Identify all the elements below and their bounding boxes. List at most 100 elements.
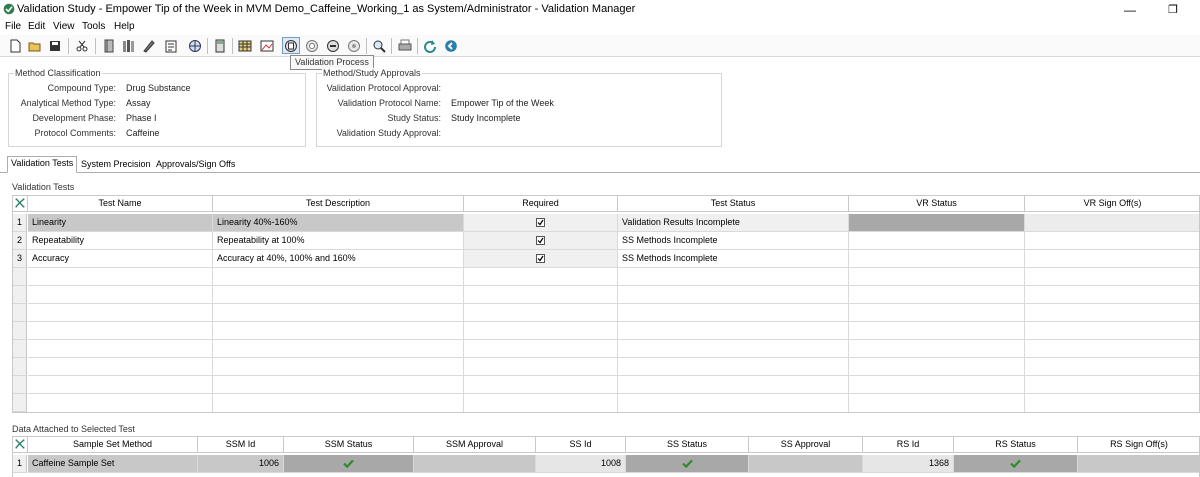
gear-icon[interactable] bbox=[345, 37, 363, 54]
row-line bbox=[28, 303, 1199, 304]
empty-cell bbox=[213, 268, 464, 412]
menu-view[interactable]: View bbox=[51, 20, 77, 33]
col-sample-set-method[interactable]: Sample Set Method bbox=[28, 437, 198, 453]
col-rs-id[interactable]: RS Id bbox=[863, 437, 954, 453]
col-ssm-id[interactable]: SSM Id bbox=[198, 437, 284, 453]
table-row-test-description[interactable]: Linearity 40%-160% bbox=[213, 214, 464, 232]
col-required[interactable]: Required bbox=[464, 196, 618, 212]
table-row-ssm-approval[interactable] bbox=[414, 455, 536, 473]
book-icon[interactable] bbox=[100, 37, 118, 54]
validation-protocol-approval-label: Validation Protocol Approval: bbox=[326, 83, 441, 93]
back-icon[interactable] bbox=[442, 37, 460, 54]
app-logo-icon bbox=[3, 3, 15, 15]
col-ss-id[interactable]: SS Id bbox=[536, 437, 626, 453]
calculator-icon[interactable] bbox=[211, 37, 229, 54]
link-icon[interactable] bbox=[324, 37, 342, 54]
table-row-test-status[interactable]: Validation Results Incomplete bbox=[618, 214, 849, 232]
table-row-test-name[interactable]: Accuracy bbox=[28, 250, 213, 268]
table-row-ssm-status[interactable] bbox=[284, 455, 414, 473]
tab-system-precision[interactable]: System Precision bbox=[77, 157, 155, 172]
globe-icon[interactable] bbox=[186, 37, 204, 54]
table-row-required[interactable] bbox=[464, 232, 618, 250]
col-rs-status[interactable]: RS Status bbox=[954, 437, 1078, 453]
table-row-required[interactable] bbox=[464, 214, 618, 232]
col-test-status[interactable]: Test Status bbox=[618, 196, 849, 212]
row-number[interactable]: 3 bbox=[13, 250, 27, 268]
table-row-test-status[interactable]: SS Methods Incomplete bbox=[618, 232, 849, 250]
table-row-ss-id[interactable]: 1008 bbox=[536, 455, 626, 473]
table-row-vr-status[interactable] bbox=[849, 214, 1025, 232]
ss-status-check-icon bbox=[681, 459, 693, 469]
table-row-ss-status[interactable] bbox=[626, 455, 749, 473]
report-icon[interactable] bbox=[162, 37, 180, 54]
col-ssm-approval[interactable]: SSM Approval bbox=[414, 437, 536, 453]
table-row-vr-status[interactable] bbox=[849, 232, 1025, 250]
image-report-icon[interactable] bbox=[258, 37, 276, 54]
required-checkbox[interactable] bbox=[536, 218, 545, 228]
grid-corner[interactable] bbox=[13, 437, 28, 453]
table-row-test-description[interactable]: Accuracy at 40%, 100% and 160% bbox=[213, 250, 464, 268]
print-icon[interactable] bbox=[396, 37, 414, 54]
tab-strip-line bbox=[0, 172, 1200, 173]
tab-validation-tests[interactable]: Validation Tests bbox=[7, 156, 78, 173]
table-row-vr-status[interactable] bbox=[849, 250, 1025, 268]
table-row-test-description[interactable]: Repeatability at 100% bbox=[213, 232, 464, 250]
col-ss-status[interactable]: SS Status bbox=[626, 437, 749, 453]
menu-bar: File Edit View Tools Help bbox=[0, 20, 1200, 35]
validation-protocol-name-value: Empower Tip of the Week bbox=[451, 98, 554, 108]
menu-edit[interactable]: Edit bbox=[26, 20, 47, 33]
tab-approvals-sign-offs[interactable]: Approvals/Sign Offs bbox=[152, 157, 239, 172]
table-row-ssm-id[interactable]: 1006 bbox=[198, 455, 284, 473]
col-rs-sign-offs[interactable]: RS Sign Off(s) bbox=[1078, 437, 1199, 453]
table-icon[interactable] bbox=[236, 37, 254, 54]
pen-icon[interactable] bbox=[140, 37, 158, 54]
title-bar: Validation Study - Empower Tip of the We… bbox=[0, 0, 1200, 20]
validation-process-icon[interactable] bbox=[282, 37, 300, 54]
table-row-rs-status[interactable] bbox=[954, 455, 1078, 473]
table-row-test-name[interactable]: Linearity bbox=[28, 214, 213, 232]
toolbar-separator bbox=[417, 38, 418, 54]
scissors-icon[interactable] bbox=[73, 37, 91, 54]
col-ssm-status[interactable]: SSM Status bbox=[284, 437, 414, 453]
row-number[interactable]: 1 bbox=[13, 455, 27, 473]
col-vr-status[interactable]: VR Status bbox=[849, 196, 1025, 212]
menu-help[interactable]: Help bbox=[112, 20, 137, 33]
table-row-ss-approval[interactable] bbox=[749, 455, 863, 473]
empty-cell bbox=[849, 268, 1025, 412]
col-vr-sign-offs[interactable]: VR Sign Off(s) bbox=[1025, 196, 1199, 212]
row-number[interactable]: 2 bbox=[13, 232, 27, 250]
menu-file[interactable]: File bbox=[3, 20, 23, 33]
compound-type-value: Drug Substance bbox=[126, 83, 191, 93]
col-test-description[interactable]: Test Description bbox=[213, 196, 464, 212]
col-ss-approval[interactable]: SS Approval bbox=[749, 437, 863, 453]
development-phase-label: Development Phase: bbox=[32, 113, 116, 123]
table-row-sample-set-method[interactable]: Caffeine Sample Set bbox=[28, 455, 198, 473]
magnifier-icon[interactable] bbox=[370, 37, 388, 54]
row-number[interactable]: 1 bbox=[13, 214, 27, 232]
required-checkbox[interactable] bbox=[536, 254, 545, 264]
new-doc-icon[interactable] bbox=[6, 37, 24, 54]
table-row-rs-sign-offs[interactable] bbox=[1078, 455, 1199, 473]
grid-corner[interactable] bbox=[13, 196, 28, 212]
table-row-rs-id[interactable]: 1368 bbox=[863, 455, 954, 473]
col-test-name[interactable]: Test Name bbox=[28, 196, 213, 212]
minimize-button[interactable]: — bbox=[1107, 0, 1153, 20]
maximize-button[interactable]: ❐ bbox=[1150, 0, 1196, 20]
validation-protocol-name-label: Validation Protocol Name: bbox=[337, 98, 441, 108]
open-folder-icon[interactable] bbox=[26, 37, 44, 54]
table-row-required[interactable] bbox=[464, 250, 618, 268]
protocol-icon[interactable] bbox=[303, 37, 321, 54]
required-checkbox[interactable] bbox=[536, 236, 545, 246]
save-icon[interactable] bbox=[46, 37, 64, 54]
menu-tools[interactable]: Tools bbox=[80, 20, 107, 33]
table-row-vr-sign-offs[interactable] bbox=[1025, 250, 1199, 268]
table-row-test-name[interactable]: Repeatability bbox=[28, 232, 213, 250]
table-row-vr-sign-offs[interactable] bbox=[1025, 232, 1199, 250]
refresh-icon[interactable] bbox=[421, 37, 439, 54]
toolbar-separator bbox=[95, 38, 96, 54]
table-row-test-status[interactable]: SS Methods Incomplete bbox=[618, 250, 849, 268]
compound-type-label: Compound Type: bbox=[47, 83, 116, 93]
books-icon[interactable] bbox=[120, 37, 138, 54]
table-row-vr-sign-offs[interactable] bbox=[1025, 214, 1199, 232]
row-line bbox=[28, 357, 1199, 358]
